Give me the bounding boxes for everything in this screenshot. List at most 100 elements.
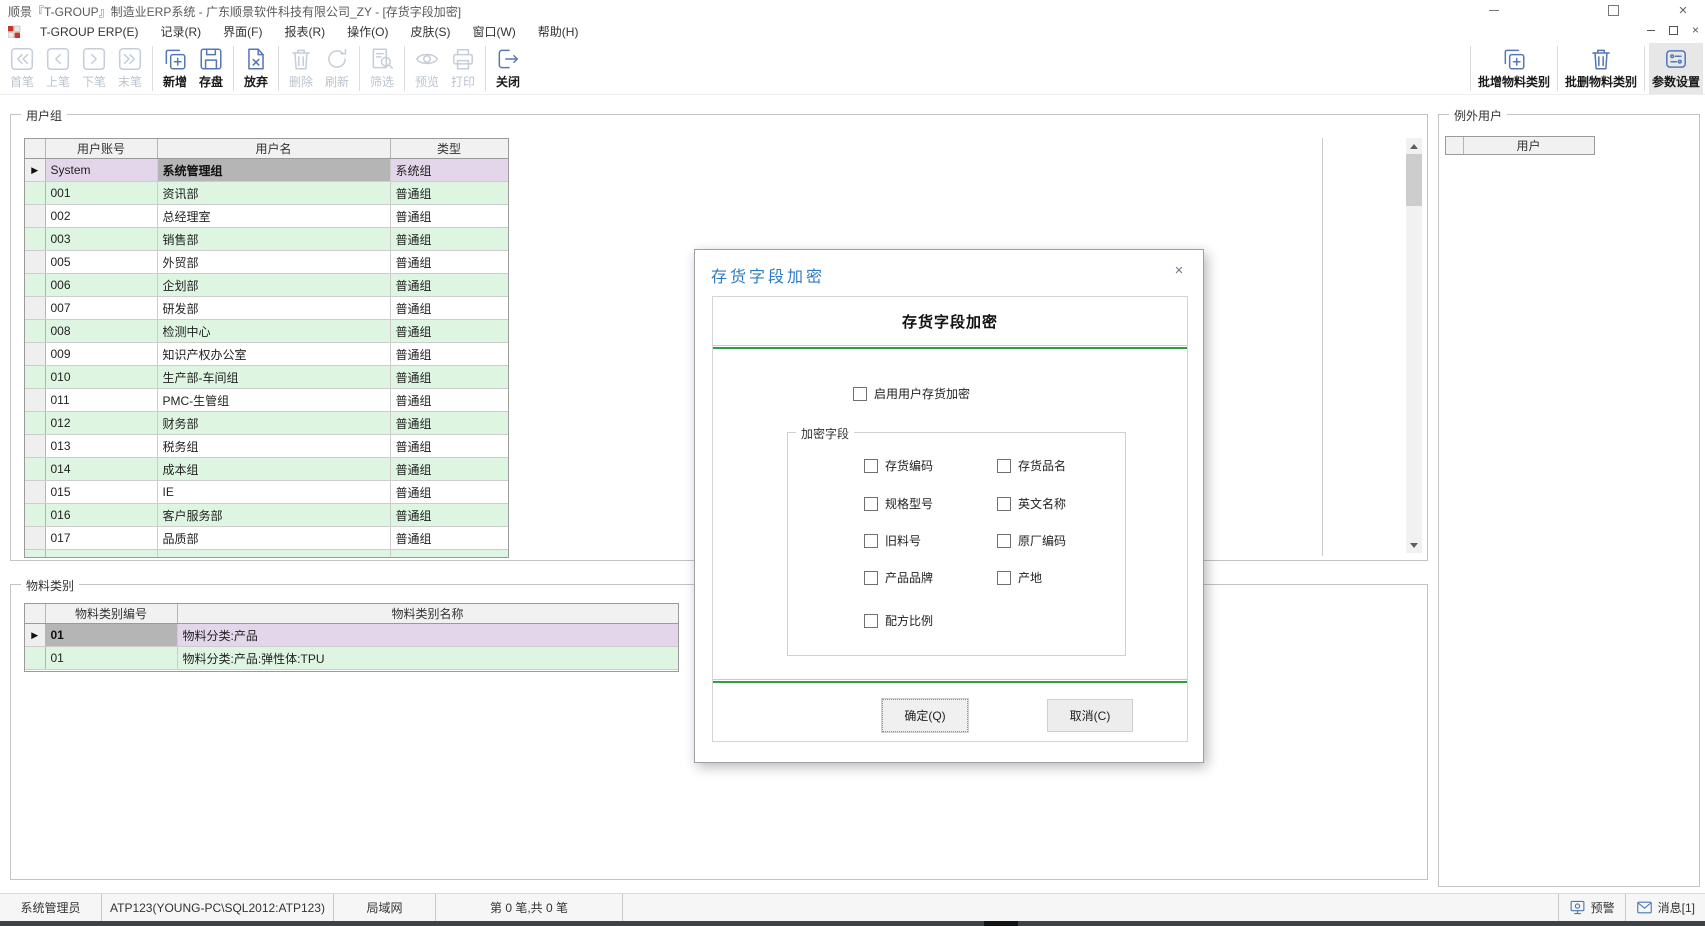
ok-button[interactable]: 确定(Q) bbox=[882, 699, 968, 732]
save-icon bbox=[198, 46, 224, 72]
toolbar-separator bbox=[485, 46, 486, 91]
col-username: 用户名 bbox=[157, 139, 390, 159]
table-row[interactable]: 011PMC-生管组普通组 bbox=[25, 389, 508, 412]
table-row[interactable]: 017品质部普通组 bbox=[25, 527, 508, 550]
restore-button[interactable] bbox=[1596, 0, 1630, 20]
cancel-button[interactable]: 取消(C) bbox=[1047, 699, 1133, 732]
dialog-title: 存货字段加密 bbox=[711, 263, 825, 287]
refresh-icon bbox=[324, 46, 350, 72]
origin-checkbox[interactable] bbox=[997, 571, 1011, 585]
close-form-button[interactable]: 关闭 bbox=[490, 43, 526, 94]
encrypted-fields-group-title: 加密字段 bbox=[796, 425, 854, 442]
table-row[interactable]: 001资讯部普通组 bbox=[25, 182, 508, 205]
exception-users-panel-title: 例外用户 bbox=[1449, 107, 1507, 124]
filter-search-icon bbox=[369, 46, 395, 72]
table-row[interactable]: 014成本组普通组 bbox=[25, 458, 508, 481]
table-row[interactable]: ▶ 01 物料分类:产品 bbox=[25, 624, 678, 647]
toolbar-right: 批增物料类别 批删物料类别 参数设置 bbox=[1466, 43, 1705, 94]
dialog-close-button[interactable]: × bbox=[1169, 260, 1189, 280]
filter-button: 筛选 bbox=[364, 43, 400, 94]
close-button[interactable]: × bbox=[1666, 0, 1700, 20]
scrollbar-thumb[interactable] bbox=[1406, 154, 1422, 206]
print-button: 打印 bbox=[445, 43, 481, 94]
inventory-name-checkbox[interactable] bbox=[997, 459, 1011, 473]
menu-item-skin[interactable]: 皮肤(S) bbox=[399, 20, 461, 43]
table-row[interactable]: 002总经理室普通组 bbox=[25, 205, 508, 228]
field-checkbox-row: 原厂编码 bbox=[997, 532, 1066, 549]
inventory-code-checkbox[interactable] bbox=[864, 459, 878, 473]
eye-icon bbox=[414, 46, 440, 72]
menu-item-operation[interactable]: 操作(O) bbox=[336, 20, 399, 43]
field-checkbox-row: 旧料号 bbox=[864, 532, 921, 549]
table-row[interactable]: 007研发部普通组 bbox=[25, 297, 508, 320]
enable-encryption-label: 启用用户存货加密 bbox=[874, 385, 970, 402]
scroll-up-button[interactable] bbox=[1406, 138, 1422, 154]
table-row[interactable]: 005外贸部普通组 bbox=[25, 251, 508, 274]
field-checkbox-row: 英文名称 bbox=[997, 495, 1066, 512]
col-category-name: 物料类别名称 bbox=[177, 604, 678, 624]
menu-item-record[interactable]: 记录(R) bbox=[149, 20, 212, 43]
bottom-edge-strip bbox=[0, 921, 1705, 926]
status-alert[interactable]: 预警 bbox=[1558, 894, 1625, 921]
alert-monitor-icon bbox=[1569, 899, 1586, 916]
table-row[interactable]: ▶ System 系统管理组 系统组 bbox=[25, 159, 508, 182]
table-row[interactable]: 01 物料分类:产品:弹性体:TPU bbox=[25, 647, 678, 670]
mdi-restore-icon[interactable] bbox=[1669, 26, 1678, 35]
table-header-row: 用户账号 用户名 类型 bbox=[25, 139, 508, 159]
scroll-down-button[interactable] bbox=[1406, 537, 1422, 553]
scroll-up-icon bbox=[1410, 144, 1418, 149]
vertical-scrollbar[interactable] bbox=[1406, 138, 1422, 553]
menu-item-tgroup[interactable]: T-GROUP ERP(E) bbox=[29, 22, 149, 42]
table-row[interactable]: 009知识产权办公室普通组 bbox=[25, 343, 508, 366]
batch-delete-category-button[interactable]: 批删物料类别 bbox=[1562, 43, 1640, 94]
table-row[interactable]: 008检测中心普通组 bbox=[25, 320, 508, 343]
table-row[interactable]: 015IE普通组 bbox=[25, 481, 508, 504]
table-row[interactable]: 016客户服务部普通组 bbox=[25, 504, 508, 527]
window-title: 顺景『T-GROUP』制造业ERP系统 - 广东顺景软件科技有限公司_ZY - … bbox=[8, 3, 461, 20]
menu-item-report[interactable]: 报表(R) bbox=[273, 20, 336, 43]
english-name-checkbox[interactable] bbox=[997, 497, 1011, 511]
table-header-row: 物料类别编号 物料类别名称 bbox=[25, 604, 678, 624]
mdi-minimize-icon[interactable] bbox=[1647, 30, 1655, 31]
oem-code-checkbox[interactable] bbox=[997, 534, 1011, 548]
minimize-button[interactable] bbox=[1477, 0, 1511, 20]
status-spacer bbox=[623, 894, 1558, 921]
close-icon: × bbox=[1175, 262, 1184, 279]
enable-encryption-checkbox[interactable] bbox=[853, 387, 867, 401]
formula-ratio-checkbox[interactable] bbox=[864, 614, 878, 628]
erp-window: 顺景『T-GROUP』制造业ERP系统 - 广东顺景软件科技有限公司_ZY - … bbox=[0, 0, 1705, 926]
menu-item-interface[interactable]: 界面(F) bbox=[212, 20, 273, 43]
parameter-settings-button[interactable]: 参数设置 bbox=[1649, 43, 1703, 94]
status-user: 系统管理员 bbox=[0, 894, 102, 921]
mdi-close-icon[interactable]: × bbox=[1692, 24, 1699, 36]
title-bar: 顺景『T-GROUP』制造业ERP系统 - 广东顺景软件科技有限公司_ZY - … bbox=[0, 0, 1705, 20]
spec-model-checkbox[interactable] bbox=[864, 497, 878, 511]
last-record-button: 末笔 bbox=[112, 43, 148, 94]
toolbar-separator bbox=[1644, 46, 1645, 91]
toolbar-separator bbox=[1557, 46, 1558, 91]
new-button[interactable]: 新增 bbox=[157, 43, 193, 94]
batch-add-category-button[interactable]: 批增物料类别 bbox=[1475, 43, 1553, 94]
exception-users-table: 用户 bbox=[1446, 137, 1595, 155]
toolbar-separator bbox=[1470, 46, 1471, 91]
product-brand-checkbox[interactable] bbox=[864, 571, 878, 585]
menu-item-help[interactable]: 帮助(H) bbox=[527, 20, 590, 43]
taskbar-peek bbox=[984, 921, 1018, 926]
material-category-table: 物料类别编号 物料类别名称 ▶ 01 物料分类:产品 01 物料分类:产品:弹性… bbox=[25, 604, 679, 670]
save-button[interactable]: 存盘 bbox=[193, 43, 229, 94]
table-row[interactable]: 003销售部普通组 bbox=[25, 228, 508, 251]
menu-item-window[interactable]: 窗口(W) bbox=[461, 20, 526, 43]
skip-last-icon bbox=[117, 46, 143, 72]
table-row[interactable]: 012财务部普通组 bbox=[25, 412, 508, 435]
col-type: 类型 bbox=[390, 139, 508, 159]
discard-button[interactable]: 放弃 bbox=[238, 43, 274, 94]
table-row[interactable]: 013税务组普通组 bbox=[25, 435, 508, 458]
menu-bar: T-GROUP ERP(E) 记录(R) 界面(F) 报表(R) 操作(O) 皮… bbox=[0, 20, 1705, 43]
refresh-button: 刷新 bbox=[319, 43, 355, 94]
table-row[interactable]: 010生产部-车间组普通组 bbox=[25, 366, 508, 389]
user-group-table: 用户账号 用户名 类型 ▶ System 系统管理组 系统组 001资讯部普通组… bbox=[25, 139, 509, 558]
status-message[interactable]: 消息[1] bbox=[1625, 894, 1705, 921]
table-row[interactable]: 006企划部普通组 bbox=[25, 274, 508, 297]
preview-button: 预览 bbox=[409, 43, 445, 94]
old-part-number-checkbox[interactable] bbox=[864, 534, 878, 548]
